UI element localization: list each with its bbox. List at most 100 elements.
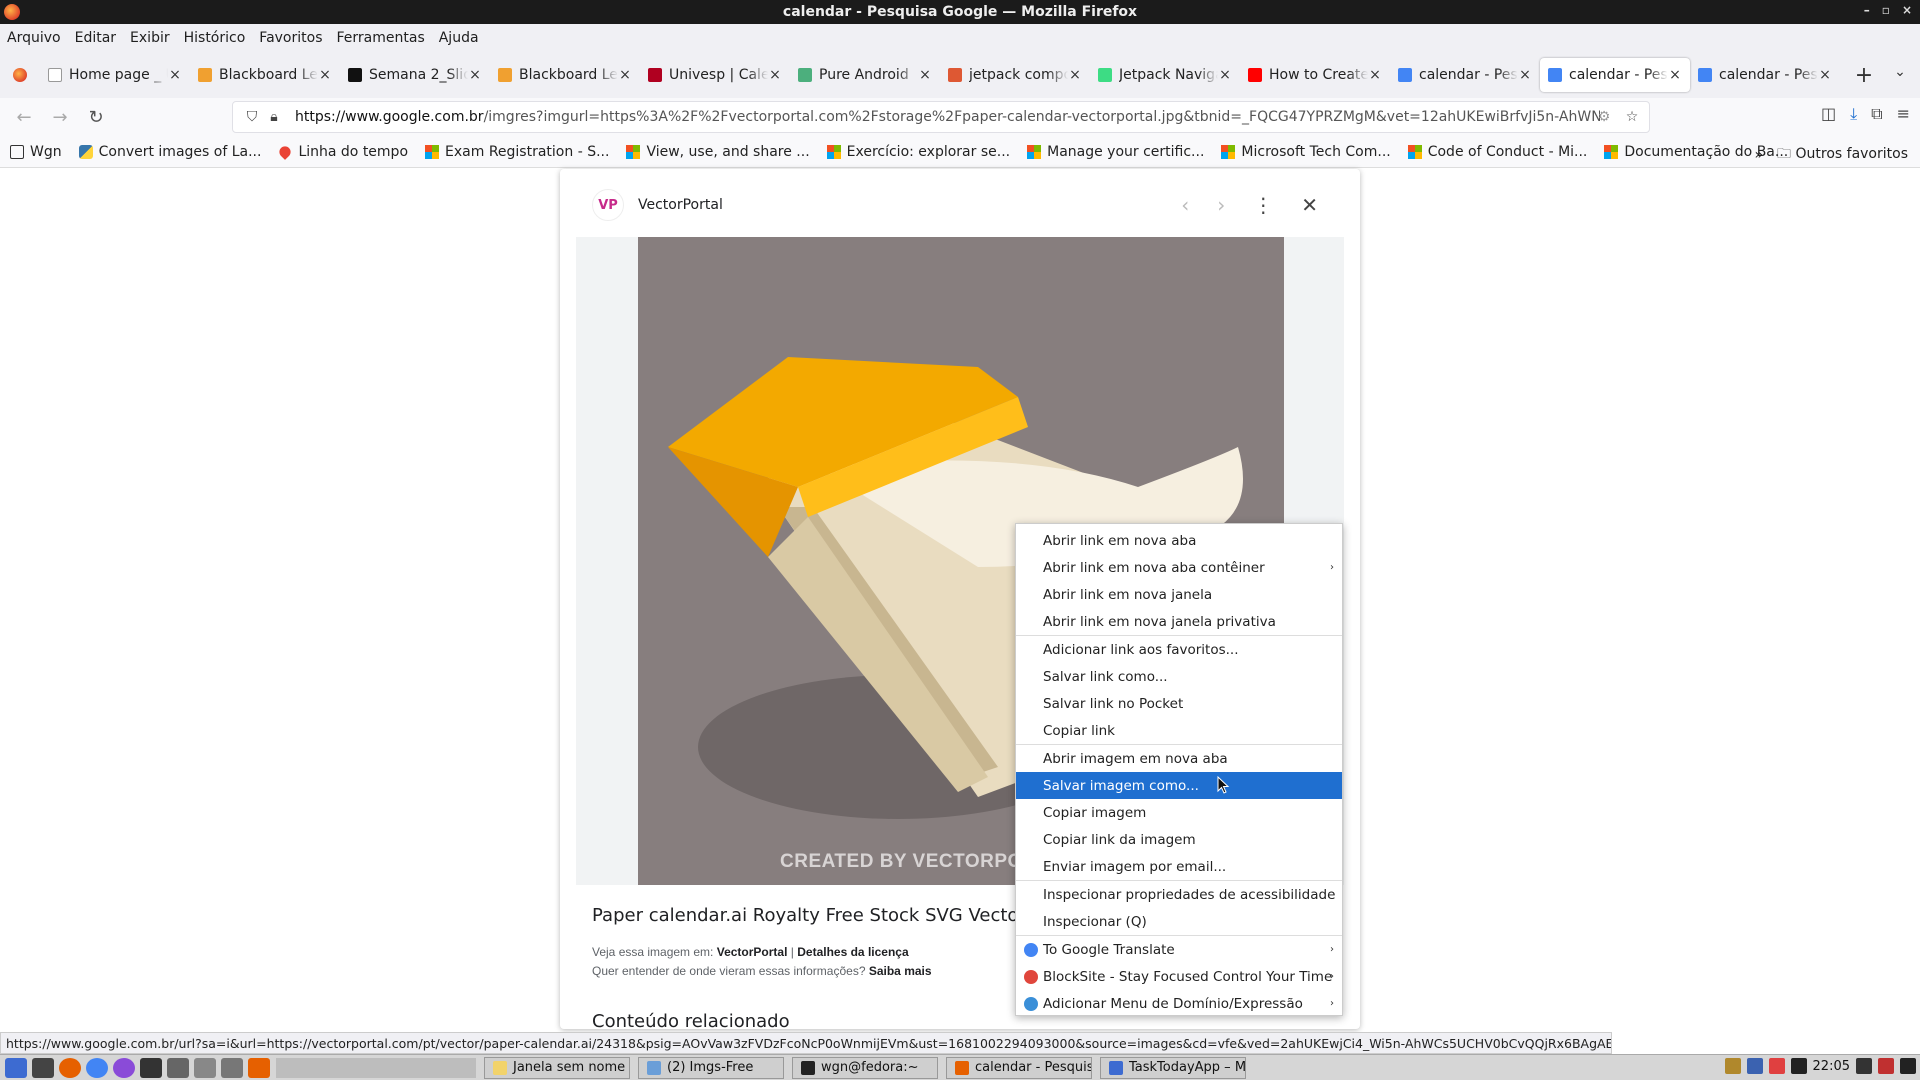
next-image-icon[interactable]: › [1217,193,1225,217]
menu-historico[interactable]: Histórico [184,30,256,46]
bookmark-item[interactable]: Convert images of La... [78,144,261,160]
learn-more-link[interactable]: Saiba mais [869,964,932,978]
logout-icon[interactable] [1878,1058,1894,1074]
source-link[interactable]: VectorPortal [717,945,788,959]
close-tab-icon[interactable]: × [768,67,782,83]
close-tab-icon[interactable]: × [618,67,632,83]
taskbar-window[interactable]: (2) Imgs-Free [638,1056,784,1079]
network-icon[interactable] [1746,1058,1763,1074]
context-menu-item[interactable]: BlockSite - Stay Focused Control Your Ti… [1016,963,1342,990]
fedora-menu-icon[interactable] [5,1057,27,1078]
menu-ajuda[interactable]: Ajuda [439,30,489,46]
terminal-launcher-icon[interactable] [140,1057,162,1078]
speaker-icon[interactable] [1900,1058,1916,1074]
url-bar[interactable]: ⛉ 🔒︎ https://www.google.com.br/imgres?im… [232,101,1650,133]
browser-tab[interactable]: jetpack compo × [940,58,1090,92]
chrome-launcher-icon[interactable] [86,1057,108,1078]
menu-favoritos[interactable]: Favoritos [259,30,332,46]
file-manager-launcher-icon[interactable] [32,1057,54,1078]
browser-tab[interactable]: Home page _ Univ× [40,58,190,92]
bookmark-item[interactable]: Exam Registration - S... [425,144,609,160]
close-tab-icon[interactable]: × [1218,67,1232,83]
firefox-window-icon[interactable] [248,1057,270,1078]
bookmark-item[interactable]: Manage your certific... [1027,144,1204,160]
context-menu-item[interactable]: Inspecionar propriedades de acessibilida… [1016,881,1342,908]
menu-ferramentas[interactable]: Ferramentas [337,30,435,46]
browser-tab[interactable]: calendar - Peso × [1540,58,1690,92]
browser-tab[interactable]: Semana 2_Slid × [340,58,490,92]
menu-arquivo[interactable]: Arquivo [7,30,71,46]
close-tab-icon[interactable]: × [168,67,182,83]
bookmark-item[interactable]: Code of Conduct - Mi... [1407,144,1587,160]
taskbar-window[interactable]: TaskTodayApp – M... [1100,1056,1246,1079]
context-menu-item[interactable]: Abrir link em nova janela [1016,581,1342,608]
close-tab-icon[interactable]: × [1368,67,1382,83]
close-window-icon[interactable]: × [1902,3,1912,17]
more-options-icon[interactable]: ⋮ [1253,193,1273,217]
reload-button[interactable]: ↻ [78,102,114,132]
context-menu-item[interactable]: Abrir imagem em nova aba [1016,745,1342,772]
context-menu-item[interactable]: Abrir link em nova aba contêiner › [1016,554,1342,581]
app-launcher-icon[interactable] [113,1057,135,1078]
close-panel-icon[interactable]: ✕ [1301,193,1318,217]
browser-tab[interactable]: Blackboard Le × [190,58,340,92]
close-tab-icon[interactable]: × [318,67,332,83]
more-bookmarks-icon[interactable]: » [1754,147,1763,163]
image-title[interactable]: Paper calendar.ai Royalty Free Stock SVG… [592,905,1065,926]
pocket-icon[interactable]: ◫ [1821,104,1836,124]
taskbar-window[interactable]: wgn@fedora:~ [792,1056,938,1079]
alert-icon[interactable] [1768,1058,1785,1074]
browser-tab[interactable]: How to Create × [1240,58,1390,92]
workspace-switcher[interactable] [276,1057,476,1078]
list-all-tabs-button[interactable]: ⌄ [1880,64,1920,80]
browser-tab[interactable]: Univesp | Cale × [640,58,790,92]
bookmark-item[interactable]: Wgn [10,144,62,160]
maximize-icon[interactable]: ▫ [1882,3,1890,17]
source-header[interactable]: VP VectorPortal [592,189,723,221]
context-menu-item[interactable]: To Google Translate › [1016,936,1342,963]
context-menu-item[interactable]: Copiar link da imagem [1016,826,1342,853]
minimize-icon[interactable]: – [1864,3,1870,17]
context-menu-item[interactable]: Enviar imagem por email... [1016,853,1342,880]
context-menu-item[interactable]: Abrir link em nova janela privativa [1016,608,1342,635]
close-tab-icon[interactable]: × [918,67,932,83]
bookmark-star-icon[interactable]: ☆ [1621,109,1643,125]
context-menu-item[interactable]: Copiar imagem [1016,799,1342,826]
mail-icon[interactable] [1790,1058,1807,1074]
firefox-launcher-icon[interactable] [59,1057,81,1078]
other-bookmarks[interactable]: 🗀︎ Outros favoritos [1777,143,1908,167]
context-menu-item[interactable]: Adicionar link aos favoritos... [1016,636,1342,663]
browser-tab[interactable]: Blackboard Le × [490,58,640,92]
close-tab-icon[interactable]: × [1518,67,1532,83]
context-menu-item[interactable]: Salvar imagem como... [1016,772,1342,799]
context-menu-item[interactable]: Salvar link como... [1016,663,1342,690]
app-menu-icon[interactable]: ≡ [1897,104,1910,124]
browser-tab[interactable]: calendar - Peso × [1690,58,1840,92]
taskbar-window[interactable]: Janela sem nome [484,1056,630,1079]
extension-icon[interactable]: ⚙ [1593,109,1615,125]
browser-tab[interactable]: Pure Android × [790,58,940,92]
bookmark-item[interactable]: Linha do tempo [277,144,408,160]
prev-image-icon[interactable]: ‹ [1181,193,1189,217]
downloads-icon[interactable]: ⤓ [1850,104,1857,124]
clock[interactable]: 22:05 [1813,1059,1850,1074]
browser-tab[interactable]: Jetpack Naviga × [1090,58,1240,92]
browser-tab[interactable]: calendar - Peso × [1390,58,1540,92]
forward-button[interactable]: → [42,102,78,132]
bookmark-item[interactable]: View, use, and share ... [626,144,810,160]
taskbar-window[interactable]: calendar - Pesquis... [946,1056,1092,1079]
context-menu-item[interactable]: Salvar link no Pocket [1016,690,1342,717]
bookmark-item[interactable]: Exercício: explorar se... [826,144,1010,160]
lock-icon[interactable]: 🔒︎ [263,109,285,125]
close-tab-icon[interactable]: × [1818,67,1832,83]
license-details-link[interactable]: Detalhes da licença [797,945,908,959]
window-list-icon[interactable] [194,1057,216,1078]
lock-screen-icon[interactable] [1856,1058,1872,1074]
firefox-view-button[interactable] [0,52,40,98]
clipboard-icon[interactable] [1724,1058,1741,1074]
context-menu-item[interactable]: Abrir link em nova aba [1016,527,1342,554]
menu-editar[interactable]: Editar [75,30,126,46]
context-menu-item[interactable]: Copiar link [1016,717,1342,744]
bookmark-item[interactable]: Microsoft Tech Com... [1221,144,1391,160]
new-tab-button[interactable]: + [1844,63,1884,88]
